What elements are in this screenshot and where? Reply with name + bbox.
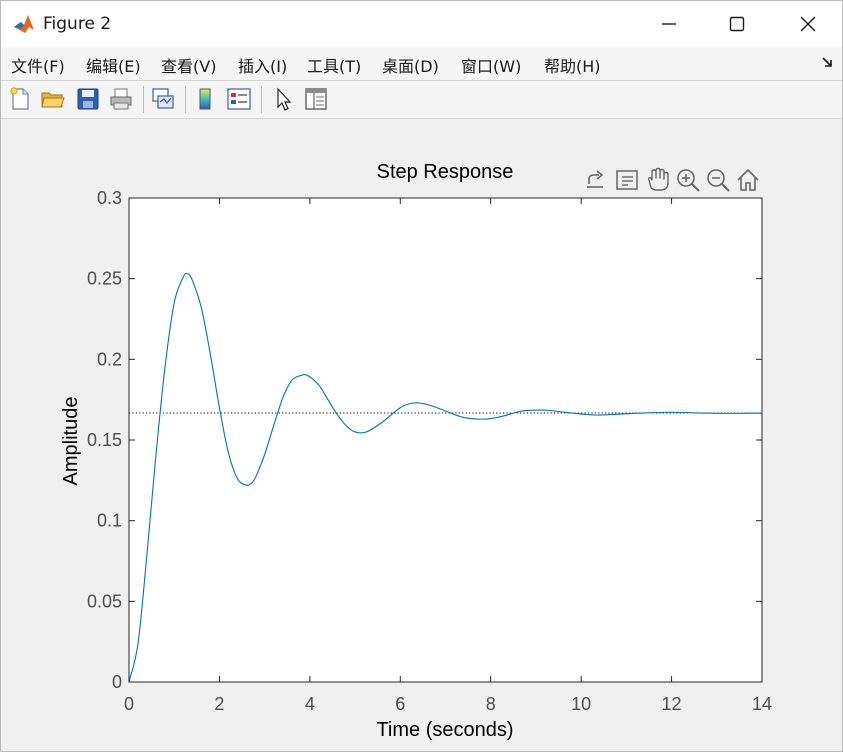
x-tick-label: 6 xyxy=(395,694,405,714)
zoom-out-icon[interactable] xyxy=(707,169,730,192)
export-icon[interactable] xyxy=(587,170,604,188)
save-icon[interactable] xyxy=(75,86,101,112)
figure-margin xyxy=(786,121,842,751)
x-tick-labels: 0 2 4 6 8 10 12 14 xyxy=(124,694,772,714)
y-tick-label: 0 xyxy=(112,672,122,692)
y-tick-label: 0.15 xyxy=(87,430,122,450)
toolbar-separator xyxy=(185,86,186,113)
y-tick-label: 0.25 xyxy=(87,269,122,289)
toolbar-separator xyxy=(261,86,262,113)
home-restore-view-icon[interactable] xyxy=(737,168,759,191)
y-tick-labels: 0 0.05 0.1 0.15 0.2 0.25 0.3 xyxy=(87,188,122,692)
menu-edit[interactable]: 编辑(E) xyxy=(86,53,141,77)
insert-legend-icon[interactable] xyxy=(226,86,252,112)
open-file-icon[interactable] xyxy=(40,86,66,112)
minimize-button[interactable] xyxy=(638,1,700,47)
new-figure-icon[interactable] xyxy=(7,86,33,112)
window-title: Figure 2 xyxy=(43,14,112,34)
property-inspector-icon[interactable] xyxy=(303,86,329,112)
menu-file[interactable]: 文件(F) xyxy=(11,53,65,77)
menu-insert[interactable]: 插入(I) xyxy=(238,53,287,77)
y-tick-label: 0.3 xyxy=(97,188,122,208)
menu-window[interactable]: 窗口(W) xyxy=(461,53,521,77)
figure-toolbar xyxy=(1,81,842,119)
x-tick-label: 8 xyxy=(486,694,496,714)
figure-canvas: 0 2 4 6 8 10 12 14 0 0.05 0.1 0.15 0.2 0.25 0.3 Step … xyxy=(4,121,786,749)
x-tick-label: 2 xyxy=(214,694,224,714)
y-tick-label: 0.2 xyxy=(97,349,122,369)
edit-plot-cursor-icon[interactable] xyxy=(270,86,296,112)
axes-toolbar xyxy=(587,167,759,192)
close-button[interactable] xyxy=(777,1,839,47)
title-bar: Figure 2 xyxy=(1,1,842,47)
toolbar-separator xyxy=(143,86,144,113)
x-tick-label: 10 xyxy=(571,694,591,714)
brush-data-icon[interactable] xyxy=(616,170,638,190)
matlab-logo-icon xyxy=(13,13,35,35)
axes-background xyxy=(129,198,762,682)
y-tick-label: 0.05 xyxy=(87,591,122,611)
minimize-icon xyxy=(662,23,676,25)
dock-arrow-icon[interactable] xyxy=(822,57,834,69)
chart-title: Step Response xyxy=(377,161,514,183)
pan-hand-icon[interactable] xyxy=(648,167,669,191)
maximize-button[interactable] xyxy=(706,1,768,47)
insert-colorbar-icon[interactable] xyxy=(192,86,218,112)
x-tick-label: 14 xyxy=(752,694,772,714)
y-tick-label: 0.1 xyxy=(97,511,122,531)
print-icon[interactable] xyxy=(108,86,134,112)
menu-desktop[interactable]: 桌面(D) xyxy=(382,53,439,77)
x-tick-label: 4 xyxy=(305,694,315,714)
close-icon xyxy=(800,16,816,32)
figure-window: Figure 2 文件(F) 编辑(E) 查看(V) 插入(I) 工具(T) 桌… xyxy=(0,0,843,752)
x-tick-label: 0 xyxy=(124,694,134,714)
menu-tools[interactable]: 工具(T) xyxy=(307,53,361,77)
y-axis-label: Amplitude xyxy=(60,397,82,486)
menu-view[interactable]: 查看(V) xyxy=(161,53,216,77)
menu-help[interactable]: 帮助(H) xyxy=(544,53,601,77)
zoom-in-icon[interactable] xyxy=(677,169,700,192)
x-tick-label: 12 xyxy=(662,694,682,714)
x-axis-label: Time (seconds) xyxy=(376,719,513,741)
step-response-chart: 0 2 4 6 8 10 12 14 0 0.05 0.1 0.15 0.2 0.25 0.3 Step … xyxy=(60,161,772,741)
menu-bar: 文件(F) 编辑(E) 查看(V) 插入(I) 工具(T) 桌面(D) 窗口(W… xyxy=(1,47,842,81)
maximize-icon xyxy=(729,16,745,32)
link-plot-icon[interactable] xyxy=(150,86,176,112)
